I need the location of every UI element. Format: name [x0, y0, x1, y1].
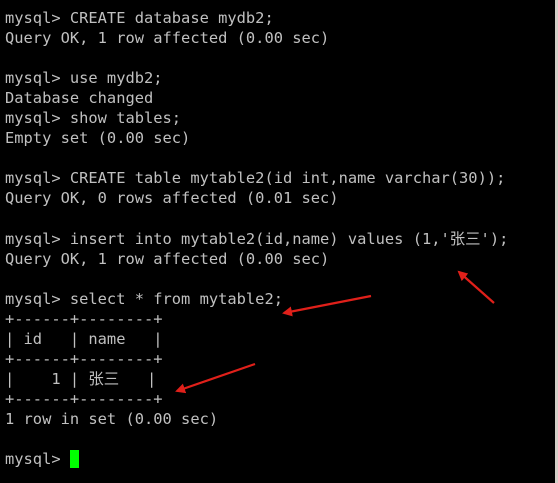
terminal-line-22 [5, 429, 508, 449]
terminal-line-14 [5, 269, 508, 289]
prompt-line[interactable]: mysql> [5, 449, 508, 469]
terminal-line-15: mysql> select * from mytable2; [5, 289, 283, 308]
terminal-line-11 [5, 208, 508, 228]
terminal-line-12: mysql> insert into mytable2(id,name) val… [5, 229, 509, 248]
text-cursor [69, 450, 79, 469]
terminal-line-2: Query OK, 1 row affected (0.00 sec) [5, 29, 330, 48]
table-border-mid: +------+--------+ [5, 349, 163, 368]
prompt-text: mysql> [5, 450, 70, 469]
terminal-line-7: Empty set (0.00 sec) [5, 129, 191, 148]
terminal-line-1: mysql> CREATE database mydb2; [5, 9, 274, 27]
terminal-line-9: mysql> CREATE table mytable2(id int,name… [5, 169, 506, 188]
terminal-output: mysql> CREATE database mydb2; Query OK, … [5, 8, 508, 469]
terminal-line-3 [5, 48, 508, 68]
terminal-line-8 [5, 148, 508, 168]
terminal-line-6: mysql> show tables; [5, 109, 182, 128]
terminal-line-4: mysql> use mydb2; [5, 69, 163, 88]
table-border-bottom: +------+--------+ [5, 389, 163, 408]
terminal-line-21: 1 row in set (0.00 sec) [5, 409, 219, 428]
terminal-line-5: Database changed [5, 89, 154, 108]
terminal-line-10: Query OK, 0 rows affected (0.01 sec) [5, 189, 339, 208]
terminal-window[interactable]: mysql> CREATE database mydb2; Query OK, … [0, 0, 558, 483]
terminal-line-13: Query OK, 1 row affected (0.00 sec) [5, 249, 330, 268]
table-data-row: | 1 | 张三 | [5, 369, 157, 388]
table-border-top: +------+--------+ [5, 309, 163, 328]
table-header-row: | id | name | [5, 329, 163, 348]
